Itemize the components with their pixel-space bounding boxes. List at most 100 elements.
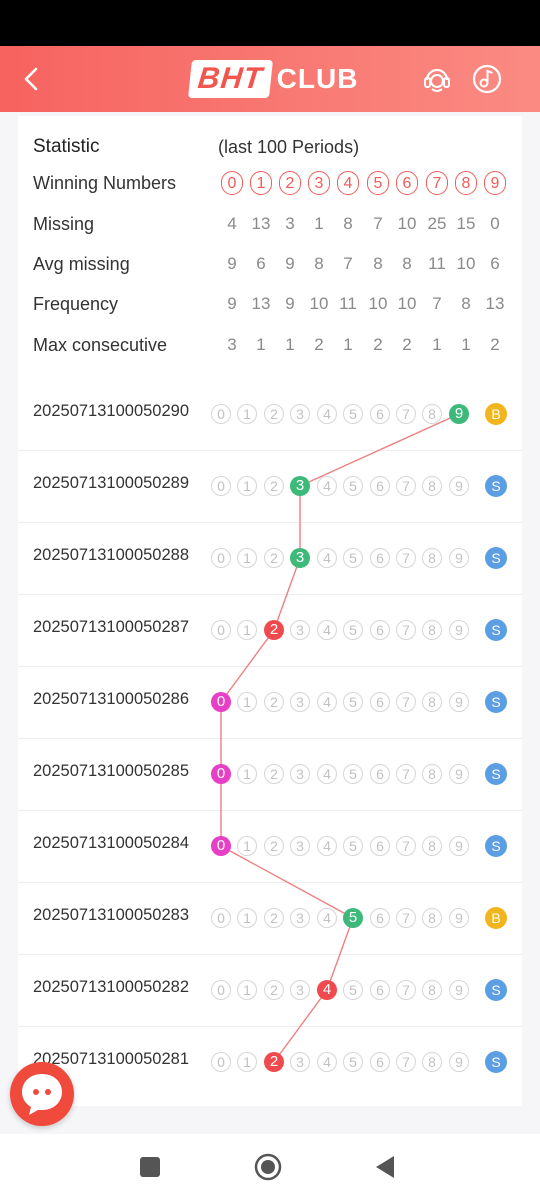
number-ball: 1: [237, 404, 257, 424]
stat-value: 15: [456, 214, 476, 233]
size-badge: S: [485, 475, 507, 497]
number-ball: 8: [422, 620, 442, 640]
floating-chat-button[interactable]: [10, 1062, 74, 1126]
stat-header-row: Statistic (last 100 Periods): [18, 132, 522, 162]
stat-value: 25: [427, 214, 447, 233]
number-ball: 6: [370, 1052, 390, 1072]
number-ball: 4: [317, 908, 337, 928]
stat-value: 13: [485, 294, 505, 313]
stat-value: 7: [432, 294, 442, 313]
stat-value: 1: [343, 335, 353, 354]
size-badge: B: [485, 907, 507, 929]
number-ball: 6: [370, 908, 390, 928]
stat-row-label: Max consecutive: [33, 335, 168, 355]
customer-service-button[interactable]: [420, 62, 454, 96]
number-ball: 2: [264, 692, 284, 712]
stat-row-label: Missing: [33, 214, 95, 234]
stat-value: 7: [373, 214, 383, 233]
result-ball: 3: [290, 548, 310, 568]
stat-value: 10: [309, 294, 329, 313]
draw-row: 20250713100050283 0 1 2 3 4 5 6 7 8 9 B: [18, 882, 522, 955]
draw-row: 20250713100050290 0 1 2 3 4 5 6 7 8 9 B: [18, 378, 522, 451]
draw-row: 20250713100050289 0 1 2 3 4 5 6 7 8 9 S: [18, 450, 522, 523]
stat-value: 10: [397, 294, 417, 313]
draw-row: 20250713100050281 0 1 2 3 4 5 6 7 8 9 S: [18, 1026, 522, 1098]
size-badge: S: [485, 619, 507, 641]
number-ball: 9: [449, 764, 469, 784]
winning-numbers-label: Winning Numbers: [33, 173, 177, 193]
number-ball: 6: [370, 764, 390, 784]
stat-value: 9: [285, 294, 295, 313]
draw-row: 20250713100050285 0 1 2 3 4 5 6 7 8 9 S: [18, 738, 522, 811]
period-number: 20250713100050290: [33, 402, 190, 420]
winning-number-ball: 4: [337, 171, 359, 195]
home-button[interactable]: [253, 1152, 283, 1182]
number-ball: 7: [396, 476, 416, 496]
stat-value: 1: [461, 335, 471, 354]
number-ball: 6: [370, 404, 390, 424]
number-ball: 3: [290, 764, 310, 784]
stat-value: 10: [397, 214, 417, 233]
number-ball: 9: [449, 476, 469, 496]
number-ball: 8: [422, 548, 442, 568]
result-ball: 3: [290, 476, 310, 496]
number-ball: 6: [370, 980, 390, 1000]
number-ball: 1: [237, 476, 257, 496]
nav-back-button[interactable]: [370, 1152, 400, 1182]
number-ball: 9: [449, 548, 469, 568]
back-button[interactable]: [14, 60, 52, 98]
number-ball: 9: [449, 1052, 469, 1072]
stat-value: 1: [432, 335, 442, 354]
music-button[interactable]: [470, 62, 504, 96]
system-nav-bar: [0, 1134, 540, 1200]
triangle-back-icon: [376, 1156, 394, 1178]
number-ball: 8: [422, 908, 442, 928]
stat-row-max-consecutive: Max consecutive 3 1 1 2 1 2 2 1 1 2: [18, 330, 522, 360]
stat-value: 4: [227, 214, 237, 233]
stat-row-label: Avg missing: [33, 254, 130, 274]
number-ball: 6: [370, 476, 390, 496]
number-ball: 3: [290, 1052, 310, 1072]
winning-number-ball: 6: [396, 171, 418, 195]
number-ball: 4: [317, 404, 337, 424]
stat-value: 8: [402, 254, 412, 273]
number-ball: 5: [343, 620, 363, 640]
number-ball: 0: [211, 980, 231, 1000]
number-ball: 1: [237, 908, 257, 928]
result-ball: 0: [211, 764, 231, 784]
number-ball: 7: [396, 404, 416, 424]
number-ball: 2: [264, 764, 284, 784]
stat-value: 11: [339, 294, 357, 313]
number-ball: 4: [317, 476, 337, 496]
draw-row: 20250713100050286 0 1 2 3 4 5 6 7 8 9 S: [18, 666, 522, 739]
number-ball: 4: [317, 764, 337, 784]
number-ball: 0: [211, 908, 231, 928]
stat-value: 1: [256, 335, 266, 354]
period-number: 20250713100050283: [33, 906, 190, 924]
number-ball: 4: [317, 692, 337, 712]
stat-value: 1: [285, 335, 295, 354]
number-ball: 7: [396, 548, 416, 568]
number-ball: 4: [317, 836, 337, 856]
number-ball: 8: [422, 764, 442, 784]
stat-value: 6: [490, 254, 500, 273]
number-ball: 8: [422, 980, 442, 1000]
customer-service-icon: [424, 68, 450, 92]
result-ball: 5: [343, 908, 363, 928]
number-ball: 2: [264, 980, 284, 1000]
number-ball: 9: [449, 620, 469, 640]
number-ball: 1: [237, 692, 257, 712]
number-ball: 0: [211, 548, 231, 568]
number-ball: 9: [449, 980, 469, 1000]
stat-value: 6: [256, 254, 266, 273]
stat-title: Statistic: [33, 136, 100, 157]
number-ball: 7: [396, 980, 416, 1000]
period-label: (last 100 Periods): [218, 137, 360, 157]
number-ball: 8: [422, 404, 442, 424]
stat-value: 2: [373, 335, 383, 354]
number-ball: 5: [343, 404, 363, 424]
number-ball: 9: [449, 908, 469, 928]
draw-row: 20250713100050282 0 1 2 3 4 5 6 7 8 9 S: [18, 954, 522, 1027]
recents-button[interactable]: [135, 1152, 165, 1182]
size-badge: S: [485, 547, 507, 569]
